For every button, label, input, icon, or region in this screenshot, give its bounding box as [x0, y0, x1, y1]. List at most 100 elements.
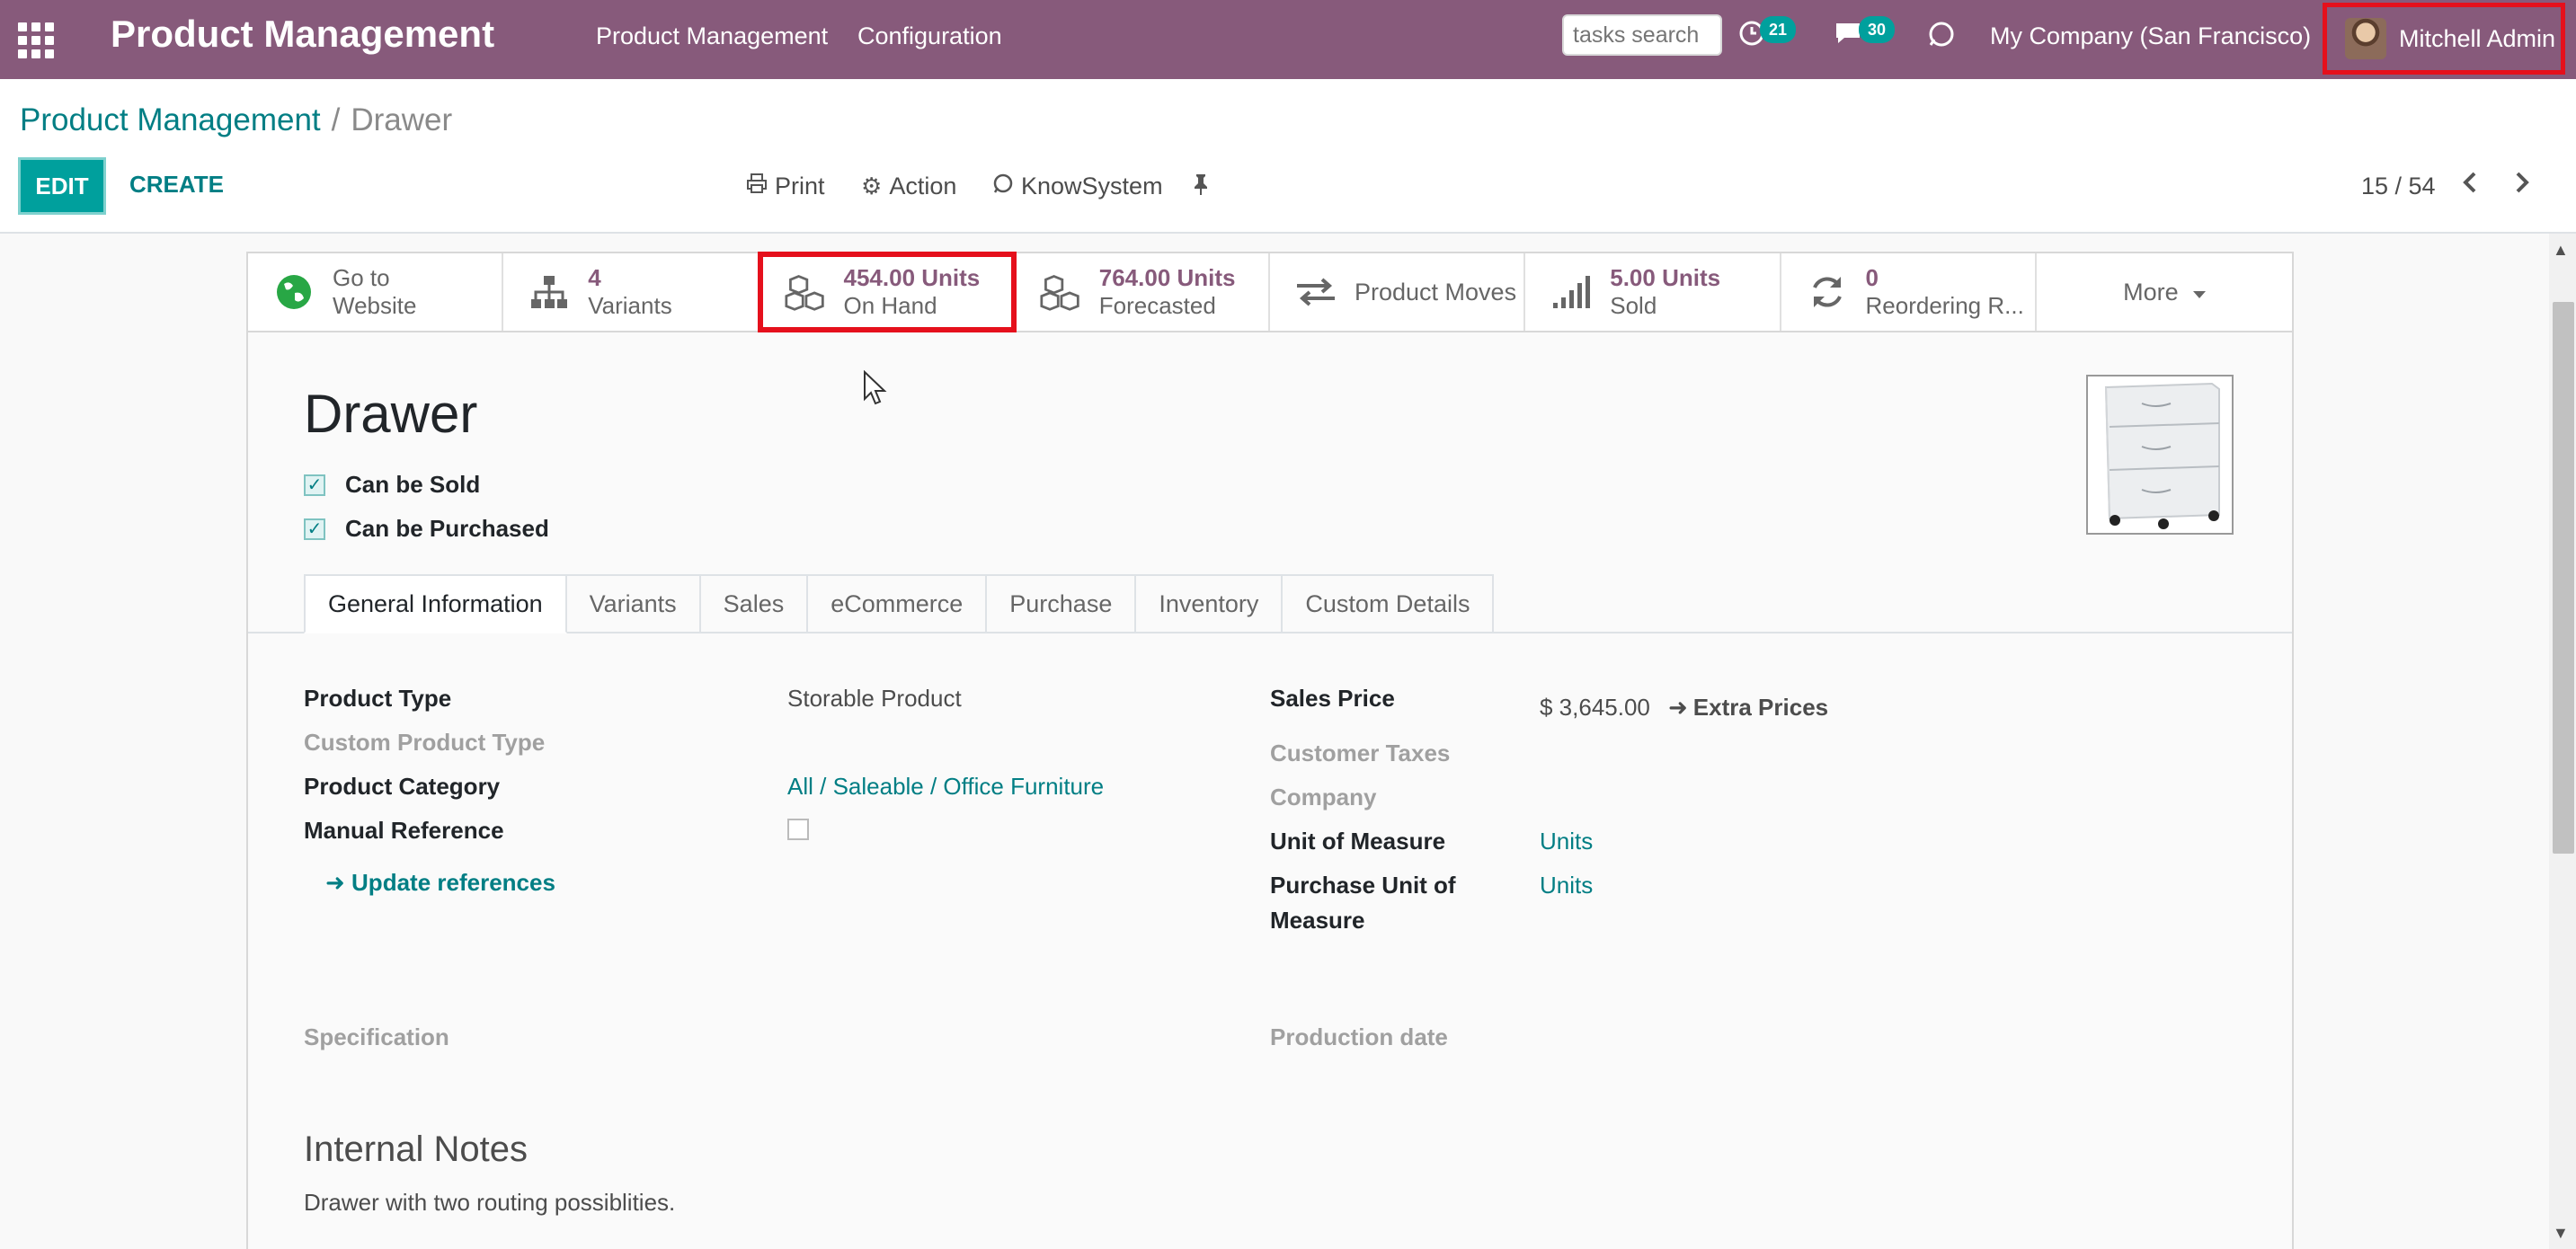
globe-icon — [273, 271, 315, 313]
purchase-uom-label-line2: Measure — [1270, 907, 1365, 934]
update-references-label: Update references — [351, 869, 555, 896]
menu-configuration[interactable]: Configuration — [857, 22, 1002, 50]
reordering-value: 0 — [1865, 264, 1879, 291]
notebook-tabs: General Information Variants Sales eComm… — [304, 574, 1495, 633]
can-be-purchased-label: Can be Purchased — [345, 515, 549, 542]
forecasted-smart-button[interactable]: 764.00 Units Forecasted — [1015, 253, 1270, 331]
more-label: More — [2123, 278, 2179, 306]
thumbtack-icon — [1192, 173, 1210, 202]
product-type-label: Product Type — [304, 685, 452, 712]
sales-price-value[interactable]: $ 3,645.00 — [1540, 694, 1650, 722]
can-be-sold-label: Can be Sold — [345, 471, 481, 498]
app-title[interactable]: Product Management — [111, 13, 494, 56]
update-references-button[interactable]: ➜ Update references — [325, 869, 555, 897]
messages-chat-icon[interactable] — [1834, 20, 1862, 54]
extra-prices-button[interactable]: ➜ Extra Prices — [1668, 694, 1828, 722]
go-to-website-button[interactable]: Go to Website — [248, 253, 504, 331]
product-image[interactable] — [2086, 375, 2234, 535]
top-navbar: Product Management Product Management Co… — [0, 0, 2576, 79]
knowsystem-refresh-icon[interactable] — [1927, 20, 1956, 56]
pager-value[interactable]: 15 / 54 — [2361, 173, 2436, 200]
refresh-icon — [1807, 271, 1848, 313]
user-menu[interactable]: Mitchell Admin — [2323, 3, 2565, 75]
scroll-up-icon[interactable]: ▲ — [2553, 241, 2569, 260]
purchase-uom-label-line1: Purchase Unit of — [1270, 872, 1456, 899]
reordering-rules-smart-button[interactable]: 0 Reordering R... — [1781, 253, 2037, 331]
forecasted-label: Forecasted — [1098, 292, 1216, 319]
sold-smart-button[interactable]: 5.00 Units Sold — [1525, 253, 1781, 331]
edit-button[interactable]: EDIT — [18, 157, 106, 215]
product-moves-label: Product Moves — [1355, 278, 1517, 306]
can-be-sold-checkbox[interactable]: ✓ — [304, 474, 325, 496]
tab-purchase[interactable]: Purchase — [987, 574, 1137, 633]
action-label: Action — [889, 173, 957, 199]
company-switcher[interactable]: My Company (San Francisco) — [1990, 22, 2311, 50]
product-moves-smart-button[interactable]: Product Moves — [1270, 253, 1526, 331]
arrow-right-icon: ➜ — [325, 869, 345, 896]
pager-previous-icon[interactable] — [2461, 169, 2479, 203]
mouse-cursor-icon — [863, 369, 888, 411]
product-name[interactable]: Drawer — [304, 383, 477, 445]
breadcrumb: Product Management / Drawer — [20, 102, 452, 138]
product-category-label: Product Category — [304, 773, 501, 800]
product-category-link[interactable]: All / Saleable / Office Furniture — [787, 773, 1104, 801]
uom-link[interactable]: Units — [1540, 828, 1593, 855]
scrollbar-thumb[interactable] — [2553, 302, 2574, 854]
sold-label: Sold — [1610, 292, 1657, 319]
exchange-arrows-icon — [1295, 271, 1337, 313]
on-hand-smart-button[interactable]: 454.00 Units On Hand — [757, 252, 1017, 332]
can-be-purchased-checkbox[interactable]: ✓ — [304, 518, 325, 540]
create-button[interactable]: CREATE — [129, 171, 224, 199]
action-dropdown[interactable]: ⚙ Action — [861, 173, 956, 200]
signal-bars-icon — [1550, 271, 1592, 313]
user-avatar — [2345, 18, 2386, 59]
can-be-purchased-row: ✓ Can be Purchased — [304, 515, 549, 543]
sales-price-label: Sales Price — [1270, 685, 1395, 712]
tab-ecommerce[interactable]: eCommerce — [808, 574, 988, 633]
extra-prices-label: Extra Prices — [1692, 694, 1829, 721]
cubes-icon — [784, 271, 826, 313]
variants-count: 4 — [588, 264, 601, 291]
website-line1: Go to — [333, 264, 390, 291]
tab-custom-details[interactable]: Custom Details — [1283, 574, 1495, 633]
tab-variants[interactable]: Variants — [566, 574, 701, 633]
scroll-down-icon[interactable]: ▼ — [2553, 1224, 2569, 1243]
more-smart-buttons-dropdown[interactable]: More — [2037, 253, 2292, 331]
reordering-label: Reordering R... — [1865, 292, 2024, 319]
variants-smart-button[interactable]: 4 Variants — [503, 253, 759, 331]
menu-product-management[interactable]: Product Management — [596, 22, 828, 50]
product-type-value[interactable]: Storable Product — [787, 685, 962, 713]
forecasted-value: 764.00 Units — [1098, 264, 1236, 291]
internal-notes-title: Internal Notes — [304, 1129, 529, 1169]
tasks-search-input[interactable] — [1562, 14, 1722, 56]
gear-icon: ⚙ — [861, 173, 883, 199]
manual-reference-label: Manual Reference — [304, 817, 504, 844]
breadcrumb-parent-link[interactable]: Product Management — [20, 102, 321, 137]
can-be-sold-row: ✓ Can be Sold — [304, 471, 480, 499]
pager-next-icon[interactable] — [2513, 169, 2531, 203]
pin-button[interactable] — [1192, 173, 1210, 202]
apps-menu-icon[interactable] — [18, 22, 54, 58]
tab-general-information[interactable]: General Information — [304, 574, 567, 633]
caret-down-icon — [2192, 279, 2206, 306]
breadcrumb-current: Drawer — [351, 102, 453, 137]
print-label: Print — [775, 173, 825, 199]
knowsystem-button[interactable]: KnowSystem — [992, 173, 1163, 200]
tab-inventory[interactable]: Inventory — [1136, 574, 1284, 633]
user-name: Mitchell Admin — [2399, 24, 2556, 52]
activity-count-badge: 21 — [1760, 16, 1797, 43]
on-hand-value: 454.00 Units — [843, 264, 981, 291]
manual-reference-checkbox[interactable] — [787, 819, 809, 840]
uom-label: Unit of Measure — [1270, 828, 1446, 855]
print-dropdown[interactable]: Print — [746, 173, 825, 200]
smart-button-box: Go to Website 4 Variants 454.00 Units On… — [246, 252, 2294, 332]
on-hand-label: On Hand — [843, 292, 937, 319]
internal-notes-text[interactable]: Drawer with two routing possiblities. — [304, 1189, 675, 1217]
knowsystem-label: KnowSystem — [1021, 173, 1163, 199]
tab-sales[interactable]: Sales — [700, 574, 809, 633]
production-date-label: Production date — [1270, 1023, 1448, 1050]
company-label: Company — [1270, 784, 1377, 811]
sold-value: 5.00 Units — [1610, 264, 1721, 291]
purchase-uom-link[interactable]: Units — [1540, 872, 1593, 899]
print-icon — [746, 173, 768, 200]
